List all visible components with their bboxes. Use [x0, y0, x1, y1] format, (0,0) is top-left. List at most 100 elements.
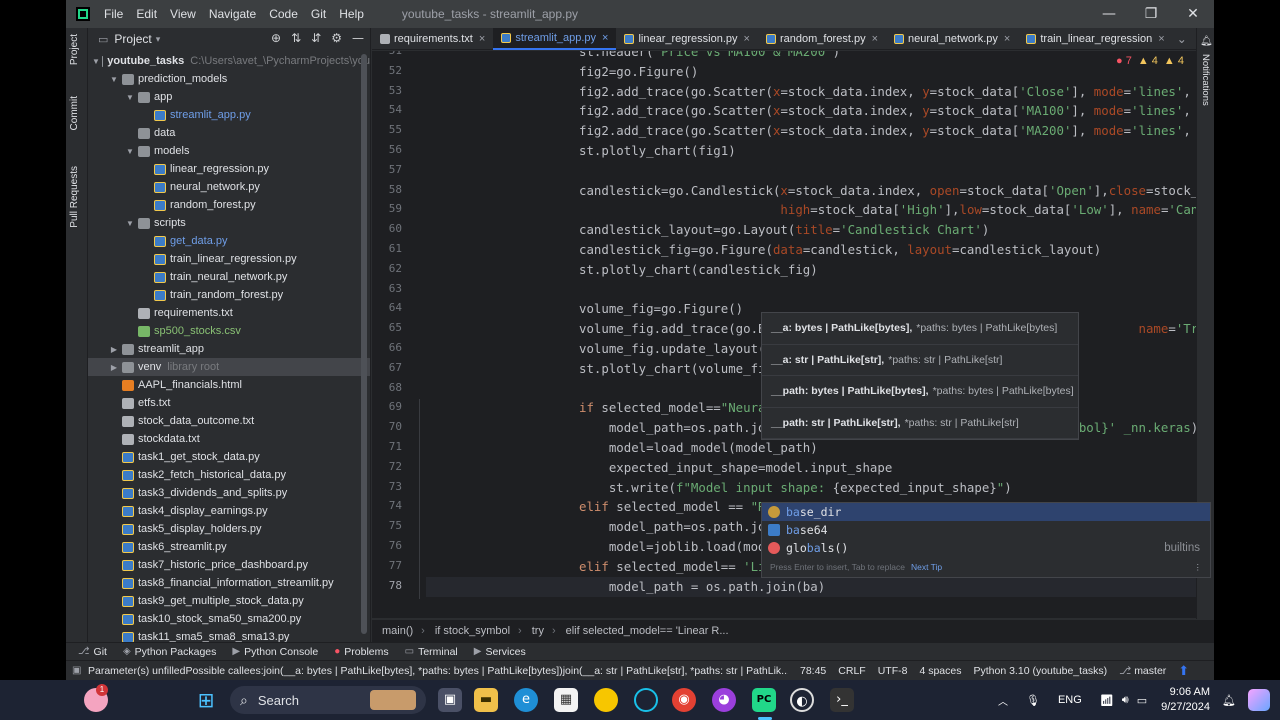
tree-file[interactable]: stock_data_outcome.txt: [88, 412, 370, 430]
inspection-widget[interactable]: ● 7 ▲ 4 ▲ 4: [1116, 55, 1184, 67]
tree-file[interactable]: train_neural_network.py: [88, 268, 370, 286]
breadcrumb-item[interactable]: if stock_symbol: [435, 625, 510, 637]
chrome-icon[interactable]: ◉: [672, 688, 696, 712]
tool-tab-project[interactable]: Project: [69, 34, 80, 65]
close-tab-icon[interactable]: ×: [1004, 33, 1010, 45]
obs-icon[interactable]: ◐: [790, 688, 814, 712]
chevron-down-icon[interactable]: ▼: [124, 219, 136, 228]
tree-file[interactable]: task8_financial_information_streamlit.py: [88, 574, 370, 592]
tree-file[interactable]: random_forest.py: [88, 196, 370, 214]
game-app-icon[interactable]: ◕: [712, 688, 736, 712]
chevron-right-icon[interactable]: ▶: [108, 345, 120, 354]
warning-count[interactable]: ▲ 4: [1138, 55, 1158, 67]
git-branch[interactable]: ⎇ master: [1119, 665, 1166, 677]
chevron-up-icon[interactable]: ︿: [998, 693, 1008, 708]
menu-navigate[interactable]: Navigate: [209, 7, 256, 21]
minimize-button[interactable]: —: [1088, 0, 1130, 28]
tree-file[interactable]: get_data.py: [88, 232, 370, 250]
cortana-icon[interactable]: [634, 688, 658, 712]
file-encoding[interactable]: UTF-8: [878, 665, 908, 677]
bell-icon[interactable]: 🔔︎: [1200, 36, 1213, 47]
close-tab-icon[interactable]: ×: [872, 33, 878, 45]
tree-file[interactable]: task6_streamlit.py: [88, 538, 370, 556]
tree-file[interactable]: sp500_stocks.csv: [88, 322, 370, 340]
tree-folder[interactable]: data: [88, 124, 370, 142]
pycharm-logo-icon[interactable]: [76, 7, 90, 21]
chevron-down-icon[interactable]: ▼: [92, 57, 100, 66]
tree-file[interactable]: stockdata.txt: [88, 430, 370, 448]
copilot-tray-icon[interactable]: [1248, 689, 1270, 711]
project-scrollbar[interactable]: [361, 54, 367, 634]
editor-tab[interactable]: linear_regression.py ×: [616, 28, 758, 50]
editor-tab[interactable]: train_linear_regression ×: [1018, 28, 1172, 50]
menu-help[interactable]: Help: [339, 7, 364, 21]
task-view-icon[interactable]: ▣: [438, 688, 462, 712]
toggle-tool-windows-icon[interactable]: ▣: [72, 665, 81, 676]
microphone-icon[interactable]: 🎙︎: [1026, 694, 1040, 707]
breadcrumb-item[interactable]: elif selected_model== 'Linear R...: [566, 625, 729, 637]
tool-window-problems[interactable]: ● Problems: [334, 646, 388, 658]
tree-folder[interactable]: ▼ youtube_tasks C:\Users\avet_\PycharmProj…: [88, 52, 370, 70]
menu-code[interactable]: Code: [269, 7, 298, 21]
file-explorer-icon[interactable]: ▬: [474, 688, 498, 712]
close-window-button[interactable]: ✕: [1172, 0, 1214, 28]
hide-panel-icon[interactable]: —: [352, 31, 364, 45]
breadcrumb-item[interactable]: main(): [382, 625, 413, 637]
tree-file[interactable]: linear_regression.py: [88, 160, 370, 178]
collapse-all-icon[interactable]: ⇵: [311, 31, 321, 45]
tree-folder[interactable]: ▶ venv library root: [88, 358, 370, 376]
windows-start-icon[interactable]: ⊞: [194, 688, 218, 712]
weak-warning-count[interactable]: ▲ 4: [1164, 55, 1184, 67]
chevron-down-icon[interactable]: ▼: [108, 75, 120, 84]
pycharm-taskbar-icon[interactable]: PC: [752, 688, 776, 712]
editor-tab[interactable]: streamlit_app.py ×: [493, 27, 617, 50]
completion-item[interactable]: ba se64: [762, 521, 1210, 539]
tool-window-python-packages[interactable]: ◈ Python Packages: [123, 646, 216, 658]
language-indicator[interactable]: ENG: [1058, 694, 1082, 706]
store-icon[interactable]: ▦: [554, 688, 578, 712]
sticky-app-icon[interactable]: [594, 688, 618, 712]
menu-git[interactable]: Git: [311, 7, 326, 21]
editor-tab[interactable]: neural_network.py ×: [886, 28, 1018, 50]
tree-file[interactable]: task4_display_earnings.py: [88, 502, 370, 520]
menu-edit[interactable]: Edit: [136, 7, 157, 21]
next-tip-link[interactable]: Next Tip: [911, 562, 942, 572]
close-tab-icon[interactable]: ×: [602, 32, 608, 44]
completion-item[interactable]: glo ba ls() builtins: [762, 539, 1210, 557]
tool-window-python-console[interactable]: ▶ Python Console: [232, 646, 318, 658]
close-tab-icon[interactable]: ×: [744, 33, 750, 45]
chevron-right-icon[interactable]: ▶: [108, 363, 120, 372]
wifi-icon[interactable]: 📶︎: [1100, 694, 1114, 707]
indent-setting[interactable]: 4 spaces: [919, 665, 961, 677]
close-tab-icon[interactable]: ×: [1158, 33, 1164, 45]
tree-file[interactable]: etfs.txt: [88, 394, 370, 412]
tree-folder[interactable]: ▼ prediction_models: [88, 70, 370, 88]
edge-icon[interactable]: e: [514, 688, 538, 712]
breadcrumb-item[interactable]: try: [532, 625, 544, 637]
tree-file[interactable]: AAPL_financials.html: [88, 376, 370, 394]
line-separator[interactable]: CRLF: [838, 665, 865, 677]
menu-view[interactable]: View: [170, 7, 196, 21]
caret-position[interactable]: 78:45: [800, 665, 826, 677]
tree-file[interactable]: task5_display_holders.py: [88, 520, 370, 538]
battery-icon[interactable]: ▭: [1137, 694, 1147, 707]
error-count[interactable]: ● 7: [1116, 55, 1132, 67]
update-icon[interactable]: ⬆: [1178, 663, 1189, 679]
tree-folder[interactable]: ▼ models: [88, 142, 370, 160]
editor-tab[interactable]: random_forest.py ×: [758, 28, 886, 50]
tree-file[interactable]: task3_dividends_and_splits.py: [88, 484, 370, 502]
tree-file[interactable]: train_linear_regression.py: [88, 250, 370, 268]
tool-tab-notifications[interactable]: Notifications: [1200, 54, 1211, 106]
restore-button[interactable]: ❐: [1130, 0, 1172, 28]
clock[interactable]: 9:06 AM 9/27/2024: [1161, 685, 1210, 715]
tree-file[interactable]: train_random_forest.py: [88, 286, 370, 304]
gear-icon[interactable]: ⚙: [331, 31, 342, 45]
volume-icon[interactable]: 🔊︎: [1122, 694, 1129, 707]
tree-file[interactable]: requirements.txt: [88, 304, 370, 322]
locate-icon[interactable]: ⊕: [271, 31, 281, 45]
chevron-down-icon[interactable]: ▼: [124, 147, 136, 156]
tool-window-terminal[interactable]: ▭ Terminal: [405, 646, 458, 658]
tool-window-git[interactable]: ⎇ Git: [78, 646, 107, 658]
tree-folder[interactable]: ▼ scripts: [88, 214, 370, 232]
chevron-down-icon[interactable]: ▾: [156, 34, 161, 45]
